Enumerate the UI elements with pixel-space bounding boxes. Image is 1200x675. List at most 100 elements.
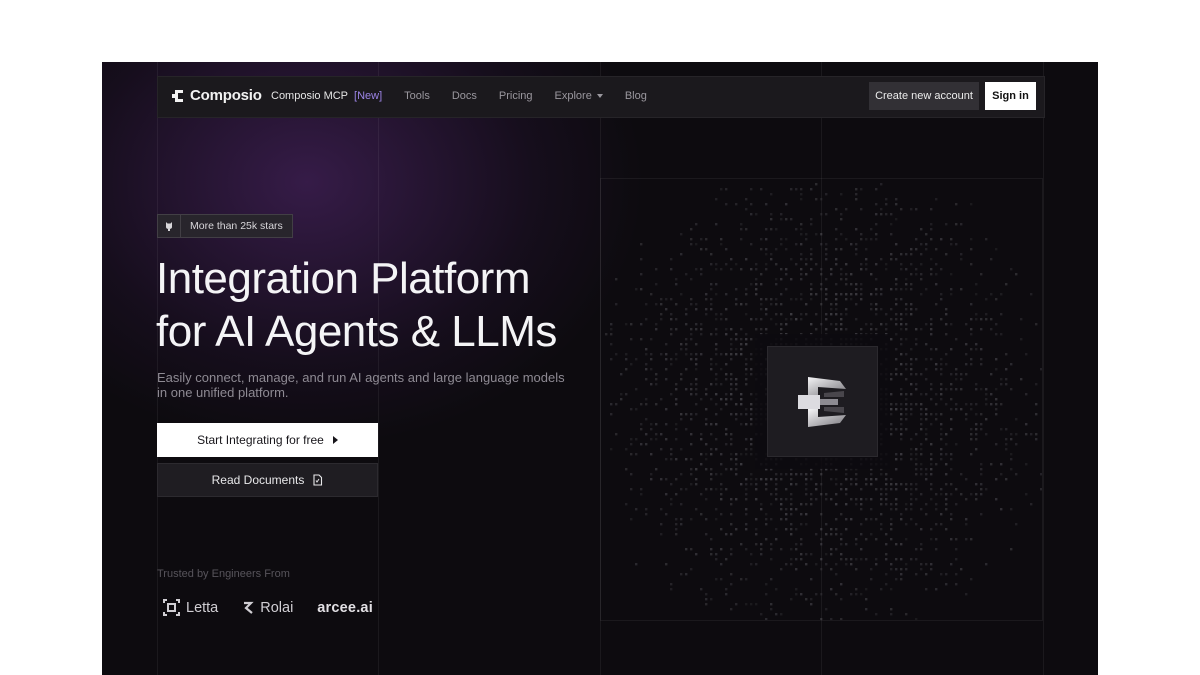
matrix-dot (720, 548, 723, 551)
matrix-dot (790, 528, 793, 531)
matrix-dot (900, 343, 903, 346)
matrix-dot (695, 553, 698, 556)
matrix-dot (790, 563, 793, 566)
matrix-dot (920, 493, 923, 496)
matrix-dot (795, 228, 798, 231)
matrix-dot (730, 373, 733, 376)
matrix-dot (945, 313, 948, 316)
matrix-dot (970, 318, 973, 321)
matrix-dot (730, 468, 733, 471)
new-badge[interactable]: [New] (354, 90, 382, 102)
nav-link-tools[interactable]: Tools (404, 90, 430, 102)
matrix-dot (730, 353, 733, 356)
matrix-dot (925, 368, 928, 371)
matrix-dot (1015, 433, 1018, 436)
matrix-dot (830, 478, 833, 481)
matrix-dot (835, 238, 838, 241)
matrix-dot (825, 253, 828, 256)
matrix-dot (845, 493, 848, 496)
matrix-dot (955, 388, 958, 391)
matrix-dot (690, 518, 693, 521)
matrix-dot (675, 533, 678, 536)
matrix-dot (870, 303, 873, 306)
matrix-dot (880, 323, 883, 326)
matrix-dot (1010, 363, 1013, 366)
matrix-dot (975, 428, 978, 431)
matrix-dot (750, 413, 753, 416)
matrix-dot (795, 338, 798, 341)
matrix-dot (770, 258, 773, 261)
matrix-dot (925, 413, 928, 416)
matrix-dot (680, 413, 683, 416)
matrix-dot (955, 373, 958, 376)
nav-dropdown-explore[interactable]: Explore (555, 90, 603, 102)
brand-logo[interactable]: Composio (170, 87, 262, 104)
sign-in-button[interactable]: Sign in (985, 82, 1036, 110)
matrix-dot (880, 453, 883, 456)
browser-viewport: Composio Composio MCP [New] Tools Docs P… (102, 62, 1098, 675)
nav-link-composio-mcp[interactable]: Composio MCP (271, 90, 348, 102)
matrix-dot (985, 398, 988, 401)
matrix-dot (860, 338, 863, 341)
matrix-dot (740, 338, 743, 341)
matrix-dot (910, 208, 913, 211)
matrix-dot (995, 368, 998, 371)
matrix-dot (715, 413, 718, 416)
matrix-dot (835, 293, 838, 296)
matrix-dot (670, 298, 673, 301)
matrix-dot (955, 378, 958, 381)
matrix-dot (955, 408, 958, 411)
read-documents-button[interactable]: Read Documents (157, 463, 378, 497)
nav-link-docs[interactable]: Docs (452, 90, 477, 102)
matrix-dot (825, 288, 828, 291)
matrix-dot (675, 423, 678, 426)
matrix-dot (645, 398, 648, 401)
matrix-dot (925, 438, 928, 441)
matrix-dot (980, 388, 983, 391)
matrix-dot (945, 453, 948, 456)
matrix-dot (830, 338, 833, 341)
matrix-dot (840, 328, 843, 331)
matrix-dot (740, 398, 743, 401)
matrix-dot (810, 503, 813, 506)
matrix-dot (930, 238, 933, 241)
create-account-button[interactable]: Create new account (869, 82, 979, 110)
matrix-dot (905, 363, 908, 366)
matrix-dot (890, 428, 893, 431)
matrix-dot (615, 303, 618, 306)
nav-link-pricing[interactable]: Pricing (499, 90, 533, 102)
github-stars-badge[interactable]: More than 25k stars (157, 214, 293, 238)
matrix-dot (715, 283, 718, 286)
matrix-dot (910, 438, 913, 441)
start-integrating-button[interactable]: Start Integrating for free (157, 423, 378, 457)
matrix-dot (760, 503, 763, 506)
matrix-dot (905, 303, 908, 306)
nav-link-blog[interactable]: Blog (625, 90, 647, 102)
play-icon (332, 436, 338, 444)
matrix-dot (810, 258, 813, 261)
matrix-dot (895, 568, 898, 571)
matrix-dot (835, 263, 838, 266)
matrix-dot (705, 498, 708, 501)
matrix-dot (700, 353, 703, 356)
matrix-dot (705, 593, 708, 596)
matrix-dot (880, 183, 883, 186)
matrix-dot (725, 443, 728, 446)
matrix-dot (830, 468, 833, 471)
matrix-dot (970, 538, 973, 541)
matrix-dot (710, 453, 713, 456)
matrix-dot (910, 413, 913, 416)
matrix-dot (695, 508, 698, 511)
matrix-dot (915, 573, 918, 576)
matrix-dot (750, 448, 753, 451)
matrix-dot (640, 273, 643, 276)
matrix-dot (865, 238, 868, 241)
matrix-dot (810, 603, 813, 606)
matrix-dot (805, 258, 808, 261)
matrix-dot (650, 383, 653, 386)
matrix-dot (785, 238, 788, 241)
matrix-dot (930, 498, 933, 501)
matrix-dot (930, 443, 933, 446)
matrix-dot (920, 253, 923, 256)
matrix-dot (790, 548, 793, 551)
